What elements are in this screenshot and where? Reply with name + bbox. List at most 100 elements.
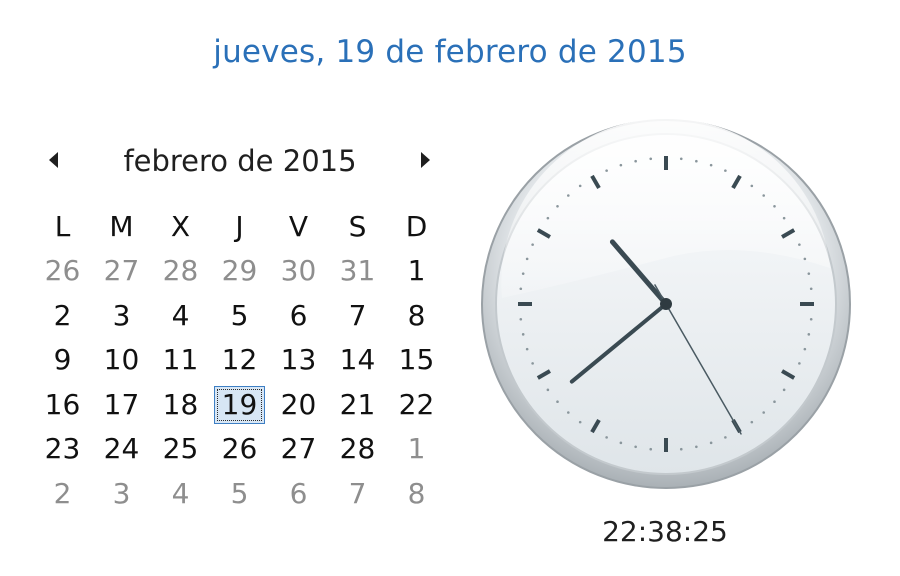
calendar-week-row: 2 3 4 5 6 7 8 xyxy=(33,472,446,517)
calendar-day[interactable]: 16 xyxy=(33,383,92,428)
minute-tick xyxy=(695,159,698,163)
next-month-button[interactable] xyxy=(414,148,436,174)
analog-clock-icon xyxy=(481,118,851,489)
calendar-day-number: 7 xyxy=(348,298,367,332)
calendar-day-number: 16 xyxy=(44,387,81,421)
minute-tick xyxy=(605,169,608,172)
calendar-day[interactable]: 23 xyxy=(33,427,92,472)
minute-tick xyxy=(807,272,811,275)
calendar-day[interactable]: 18 xyxy=(151,383,210,428)
calendar-day-number: 6 xyxy=(289,476,308,510)
calendar-day[interactable]: 5 xyxy=(210,294,269,339)
calendar-day[interactable]: 1 xyxy=(387,427,446,472)
prev-month-button[interactable] xyxy=(44,148,66,174)
calendar-week-row: 16 17 18 19 20 21 22 xyxy=(33,383,446,428)
calendar-day-number: 7 xyxy=(348,476,367,510)
minute-tick xyxy=(782,216,786,220)
calendar-day-number: 30 xyxy=(280,254,317,287)
calendar-day[interactable]: 4 xyxy=(151,294,210,339)
calendar-day[interactable]: 20 xyxy=(269,383,328,428)
weekday-label: X xyxy=(170,210,191,243)
calendar-day[interactable]: 27 xyxy=(269,427,328,472)
calendar-day[interactable]: 27 xyxy=(92,249,151,294)
calendar-day-number: 19 xyxy=(221,387,258,421)
minute-tick xyxy=(807,333,811,336)
calendar-day[interactable]: 4 xyxy=(151,472,210,517)
calendar-day[interactable]: 22 xyxy=(387,383,446,428)
calendar-week-row: 26 27 28 29 30 31 1 xyxy=(33,249,446,294)
calendar-day[interactable]: 26 xyxy=(210,427,269,472)
weekday-label: S xyxy=(348,210,367,243)
calendar-day[interactable]: 10 xyxy=(92,338,151,383)
weekday-header-row: L M X J V S D xyxy=(33,205,446,249)
calendar-day[interactable]: 26 xyxy=(33,249,92,294)
minute-tick xyxy=(519,317,523,321)
calendar-day-number: 9 xyxy=(53,343,72,376)
weekday-label: V xyxy=(288,210,309,243)
minute-tick xyxy=(679,447,683,451)
month-title[interactable]: febrero de 2015 xyxy=(84,138,396,184)
calendar-day-number: 18 xyxy=(162,387,199,421)
calendar-day[interactable]: 24 xyxy=(92,427,151,472)
calendar-day-number: 2 xyxy=(53,476,72,510)
calendar-day-number: 24 xyxy=(103,432,140,465)
calendar-day[interactable]: 13 xyxy=(269,338,328,383)
minute-tick xyxy=(605,436,608,439)
calendar-day[interactable]: 21 xyxy=(328,383,387,428)
minute-tick xyxy=(724,436,727,439)
minute-tick xyxy=(773,400,776,403)
calendar-day-number: 23 xyxy=(44,432,81,465)
calendar-day[interactable]: 28 xyxy=(328,427,387,472)
date-header-link[interactable]: jueves, 19 de febrero de 2015 xyxy=(0,30,900,74)
calendar-day-number: 27 xyxy=(280,432,317,465)
calendar-day-number: 13 xyxy=(280,343,317,376)
calendar-day-number: 2 xyxy=(53,298,72,332)
calendar-day[interactable]: 3 xyxy=(92,472,151,517)
calendar-day-today[interactable]: 19 xyxy=(210,383,269,428)
minute-tick xyxy=(803,257,807,261)
calendar-day[interactable]: 7 xyxy=(328,472,387,517)
minute-tick xyxy=(762,411,765,414)
calendar-day[interactable]: 31 xyxy=(328,249,387,294)
calendar-day-number: 28 xyxy=(162,254,199,287)
calendar-day[interactable]: 6 xyxy=(269,472,328,517)
calendar-day-number: 4 xyxy=(171,298,190,332)
calendar-day[interactable]: 12 xyxy=(210,338,269,383)
calendar-day[interactable]: 17 xyxy=(92,383,151,428)
calendar-day-number: 14 xyxy=(339,343,376,376)
calendar-day[interactable]: 3 xyxy=(92,294,151,339)
minute-tick xyxy=(782,388,786,392)
minute-tick xyxy=(809,317,813,321)
calendar-day[interactable]: 29 xyxy=(210,249,269,294)
calendar-day[interactable]: 8 xyxy=(387,472,446,517)
calendar-day-number: 12 xyxy=(221,343,258,376)
calendar-week-row: 9 10 11 12 13 14 15 xyxy=(33,338,446,383)
calendar-day[interactable]: 28 xyxy=(151,249,210,294)
calendar-day-number: 22 xyxy=(398,387,435,421)
calendar-day[interactable]: 8 xyxy=(387,294,446,339)
calendar-day[interactable]: 1 xyxy=(387,249,446,294)
minute-tick xyxy=(567,411,570,414)
minute-tick xyxy=(634,445,637,449)
calendar-day[interactable]: 2 xyxy=(33,472,92,517)
calendar-day[interactable]: 2 xyxy=(33,294,92,339)
minute-tick xyxy=(709,163,713,167)
calendar-day[interactable]: 9 xyxy=(33,338,92,383)
calendar-day[interactable]: 30 xyxy=(269,249,328,294)
minute-tick xyxy=(634,159,637,163)
calendar-day[interactable]: 14 xyxy=(328,338,387,383)
calendar-day[interactable]: 25 xyxy=(151,427,210,472)
calendar-day-number: 26 xyxy=(221,432,258,465)
minute-tick xyxy=(750,420,754,424)
minute-tick xyxy=(567,194,570,197)
calendar-day-number: 5 xyxy=(230,298,249,332)
calendar-day[interactable]: 11 xyxy=(151,338,210,383)
minute-tick xyxy=(619,441,623,445)
minute-tick xyxy=(578,420,582,424)
calendar-day[interactable]: 7 xyxy=(328,294,387,339)
calendar-day[interactable]: 5 xyxy=(210,472,269,517)
calendar-weeks: 26 27 28 29 30 31 1 2 3 4 5 6 7 8 9 10 11 12 13 14 15 16 17 18 1… xyxy=(33,249,446,516)
calendar-day[interactable]: 15 xyxy=(387,338,446,383)
calendar-day-number: 21 xyxy=(339,387,376,421)
calendar-day[interactable]: 6 xyxy=(269,294,328,339)
